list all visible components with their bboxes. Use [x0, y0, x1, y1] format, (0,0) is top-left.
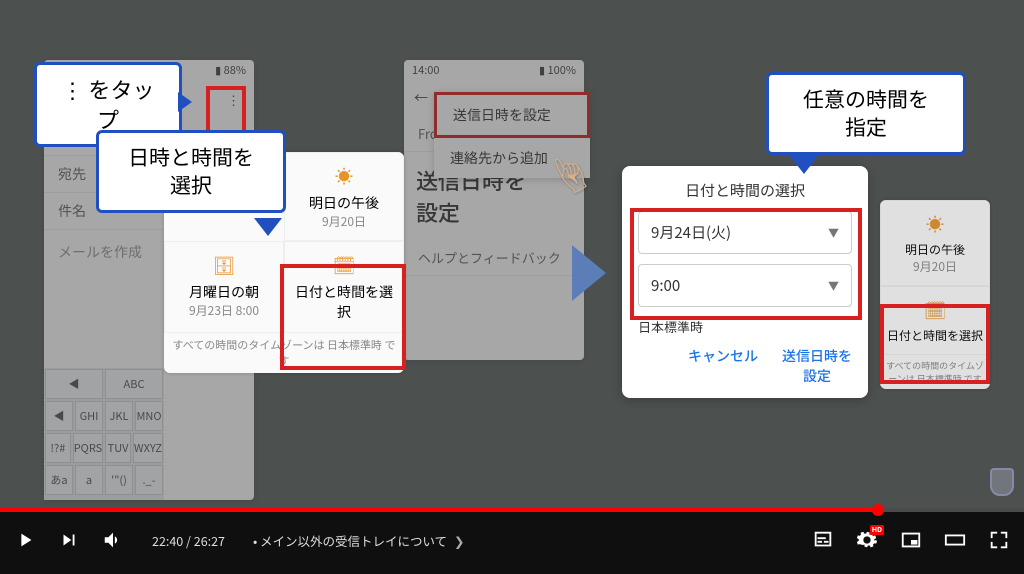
dialog-cancel[interactable]: キャンセル: [688, 346, 758, 386]
callout-tail-2: [254, 218, 282, 236]
callout-tail-3: [790, 156, 818, 174]
video-area: ⋮ をタップ ▮ 88% ⋮ From 宛先 件名 メールを作成 ◀ABC ◀G…: [0, 0, 1024, 508]
briefcase-icon: 🗄: [171, 252, 277, 278]
highlight-dialog-fields: [630, 208, 862, 320]
highlight-right-pick: [880, 304, 990, 384]
progress-bar[interactable]: [0, 508, 1024, 512]
keyboard[interactable]: ◀ABC ◀GHIJKLMNO !?#PQRSTUVWXYZ あaa'"()._…: [44, 368, 164, 500]
volume-button[interactable]: [102, 529, 124, 551]
channel-watermark[interactable]: [990, 468, 1014, 496]
sun-icon: ☀: [291, 163, 397, 189]
progress-played: [0, 508, 878, 512]
chapter-title[interactable]: • メイン以外の受信トレイについて ❯: [253, 531, 464, 550]
status-bar-2: 14:00▮ 100%: [404, 60, 584, 80]
highlight-pick-datetime: [280, 264, 406, 370]
flow-arrow-icon: [572, 245, 606, 301]
sun-icon: ☀: [887, 211, 983, 237]
callout-specify-time: 任意の時間を 指定: [766, 72, 966, 155]
callout-tail: [178, 92, 192, 112]
chevron-right-icon: ❯: [451, 531, 464, 550]
hd-badge: HD: [870, 525, 884, 535]
r-tomorrow[interactable]: ☀ 明日の午後 9月20日: [880, 200, 990, 286]
dialog-confirm[interactable]: 送信日時を 設定: [782, 346, 852, 386]
highlight-kebab: [206, 86, 246, 136]
theater-button[interactable]: [944, 529, 966, 551]
miniplayer-button[interactable]: [900, 529, 922, 551]
callout-select-datetime: 日時と時間を 選択: [96, 130, 286, 213]
menu-schedule[interactable]: 送信日時を設定: [434, 92, 590, 138]
sheet-tomorrow-pm[interactable]: ☀ 明日の午後 9月20日: [284, 152, 404, 241]
time-display: 22:40 / 26:27: [152, 531, 225, 550]
video-controls: 22:40 / 26:27 • メイン以外の受信トレイについて ❯ HD: [0, 508, 1024, 574]
subtitles-button[interactable]: [812, 529, 834, 551]
dialog-title: 日付と時間の選択: [638, 180, 852, 201]
next-button[interactable]: [58, 529, 80, 551]
help-row[interactable]: ヘルプとフィードバック: [404, 240, 584, 276]
fullscreen-button[interactable]: [988, 529, 1010, 551]
play-button[interactable]: [14, 529, 36, 551]
sheet-monday-am[interactable]: 🗄 月曜日の朝 9月23日 8:00: [164, 241, 284, 333]
settings-button[interactable]: HD: [856, 529, 878, 551]
progress-knob[interactable]: [872, 504, 884, 516]
